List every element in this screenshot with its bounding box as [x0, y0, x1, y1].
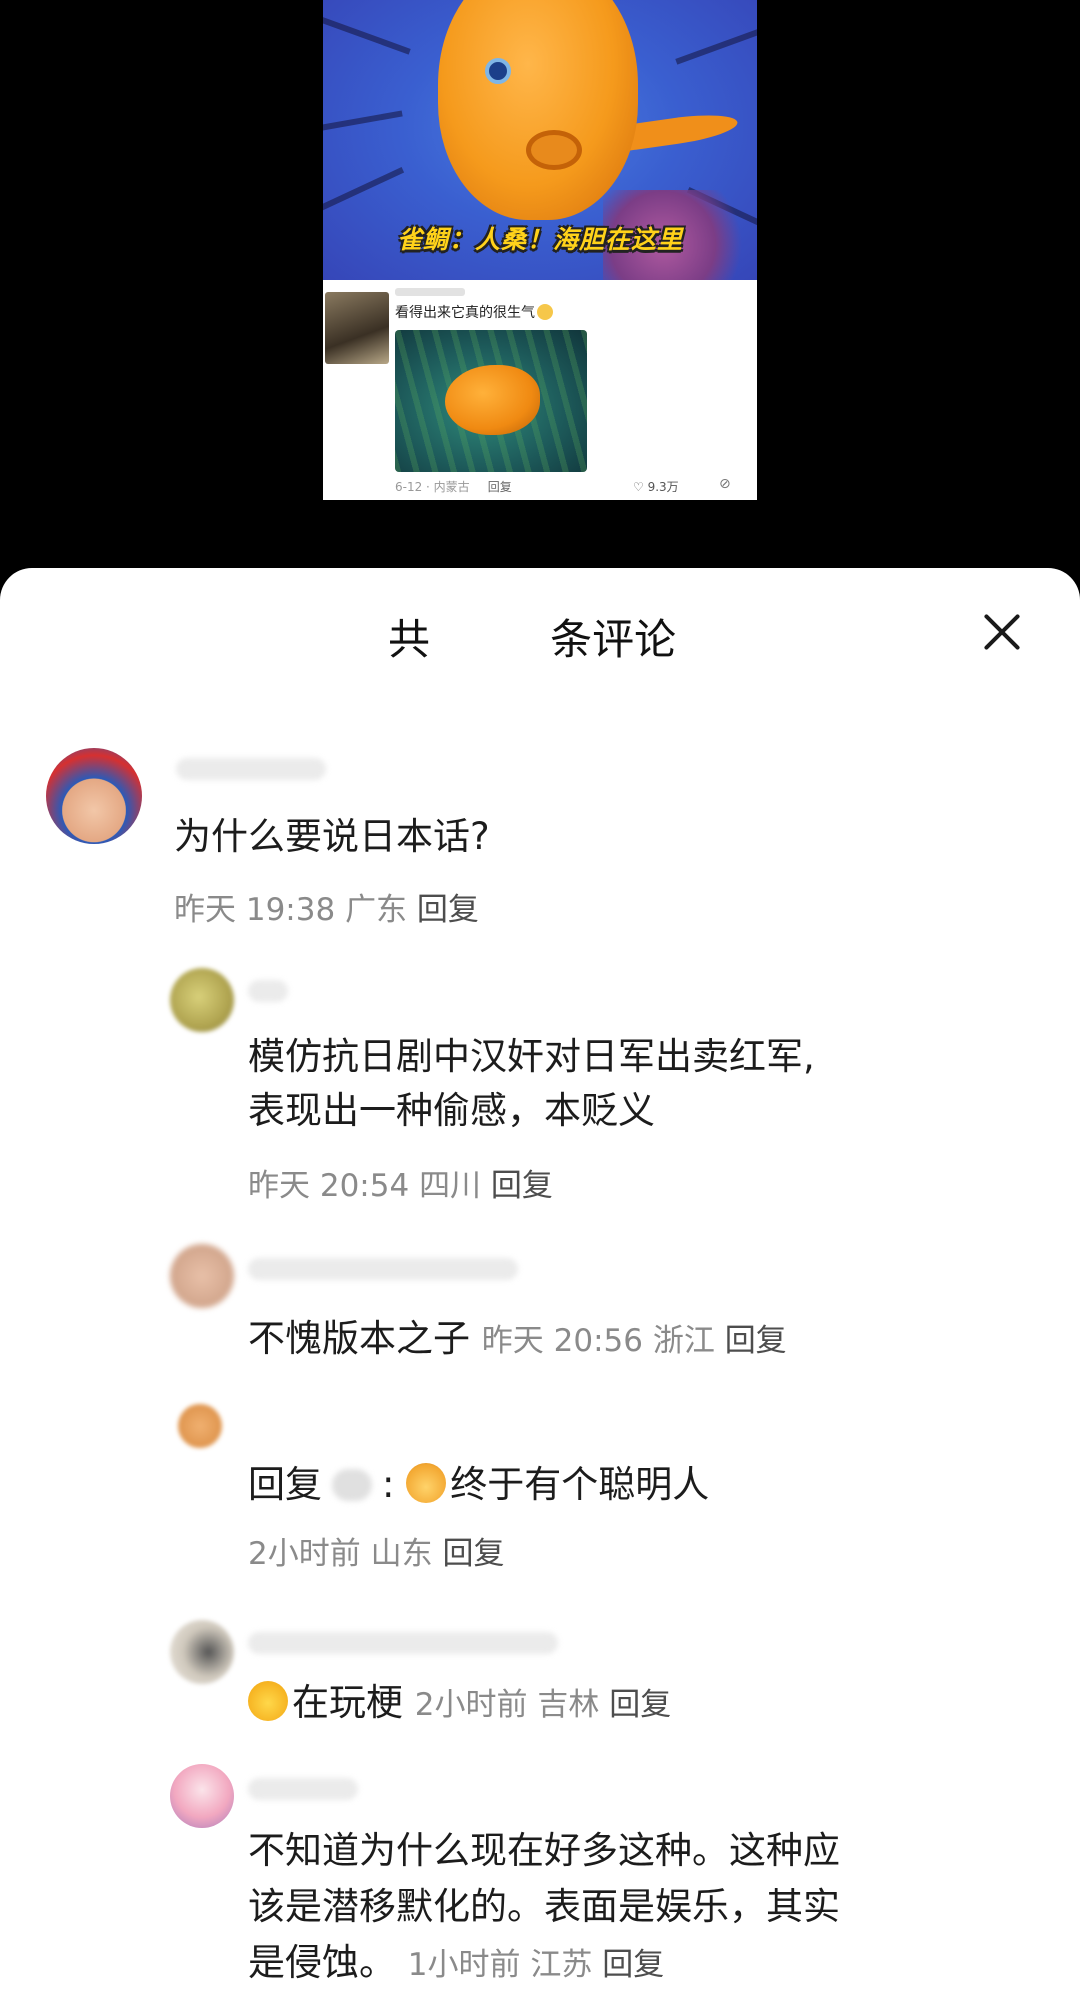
username-blurred[interactable] — [176, 758, 326, 780]
reply-prefix: 回复 — [248, 1463, 322, 1506]
username-blurred[interactable] — [248, 1632, 558, 1654]
comment-meta: 1小时前 江苏 回复 — [408, 1947, 664, 1983]
reply-button[interactable]: 回复 — [609, 1687, 671, 1723]
comment-time: 2小时前 — [248, 1536, 361, 1572]
username-blurred[interactable] — [248, 1778, 358, 1800]
comment-count-title: 共 条评论 — [388, 615, 677, 664]
video-media-area[interactable]: 雀鲷：人桑！海胆在这里 看得出来它真的很生气 6-12 · 内蒙古 回复 ♡ 9.… — [0, 0, 1080, 575]
reply-button[interactable]: 回复 — [725, 1323, 787, 1359]
heart-icon: ♡ — [633, 480, 644, 494]
inner-reply: 回复 — [487, 480, 512, 494]
inner-comment-text: 看得出来它真的很生气 — [395, 305, 535, 321]
comment-location: 山东 — [370, 1536, 433, 1572]
comment-sheet: 共 条评论 为什么要说日本话? 昨天 19:38 广东 回复 模仿抗日剧中汉奸对… — [0, 568, 1080, 2010]
inner-comment: 看得出来它真的很生气 6-12 · 内蒙古 回复 ♡ 9.3万 ⊘ — [323, 280, 757, 500]
comment-text-line: 表现出一种偷感，本贬义 — [248, 1089, 655, 1132]
comment-time: 1小时前 — [407, 1947, 521, 1983]
comment-text-line: 不知道为什么现在好多这种。这种应 — [248, 1829, 840, 1872]
avatar[interactable] — [170, 1764, 234, 1828]
comment-text-line: 模仿抗日剧中汉奸对日军出卖红军, — [248, 1035, 815, 1078]
inner-fish-image — [395, 330, 587, 472]
avatar[interactable] — [170, 1244, 234, 1308]
comment-meta: 2小时前 吉林 回复 — [415, 1687, 671, 1723]
comment-time: 昨天 19:38 — [174, 892, 336, 928]
comment-text: 在玩梗 — [292, 1681, 403, 1724]
reply-button[interactable]: 回复 — [491, 1168, 553, 1204]
reply-button[interactable]: 回复 — [417, 892, 479, 928]
comment-time: 2小时前 — [414, 1687, 528, 1723]
comment-text-line: 该是潜移默化的。表面是娱乐，其实 — [248, 1885, 840, 1928]
comment-text: 为什么要说日本话? — [174, 815, 490, 858]
avatar[interactable] — [170, 1620, 234, 1684]
comment-meta: 昨天 20:56 浙江 回复 — [482, 1323, 787, 1359]
dislike-icon: ⊘ — [719, 476, 731, 492]
reply-button[interactable]: 回复 — [442, 1536, 504, 1572]
laughing-tears-emoji-icon — [248, 1681, 288, 1721]
mention-blurred[interactable] — [332, 1469, 372, 1501]
comment-location: 广东 — [345, 892, 408, 928]
reply-button[interactable]: 回复 — [602, 1947, 664, 1983]
comment-text-line: 是侵蚀。 — [248, 1941, 396, 1984]
smirk-emoji-icon — [537, 304, 553, 320]
embedded-screenshot: 雀鲷：人桑！海胆在这里 看得出来它真的很生气 6-12 · 内蒙古 回复 ♡ 9.… — [323, 0, 757, 500]
inner-username-blurred — [395, 288, 465, 296]
comment-time: 昨天 20:56 — [481, 1323, 643, 1359]
comment-text: 不愧版本之子 — [248, 1317, 470, 1360]
avatar[interactable] — [46, 748, 142, 844]
comment-location: 四川 — [419, 1168, 482, 1204]
mango-emoji-icon — [406, 1463, 447, 1503]
comment-text: 终于有个聪明人 — [450, 1463, 710, 1506]
comment-meta: 昨天 20:54 四川 回复 — [248, 1160, 553, 1205]
inner-date-location: 6-12 · 内蒙古 — [395, 480, 470, 494]
avatar[interactable] — [178, 1404, 222, 1448]
meme-caption: 雀鲷：人桑！海胆在这里 — [396, 225, 683, 254]
inner-avatar — [325, 292, 389, 364]
comment-meta: 2小时前 山东 回复 — [248, 1528, 504, 1573]
comment-time: 昨天 20:54 — [248, 1168, 410, 1204]
comment-location: 吉林 — [537, 1687, 600, 1723]
fish-meme-image: 雀鲷：人桑！海胆在这里 — [323, 0, 757, 280]
comment-location: 江苏 — [530, 1947, 593, 1983]
comment-location: 浙江 — [652, 1323, 715, 1359]
comment-meta: 昨天 19:38 广东 回复 — [174, 884, 479, 929]
avatar[interactable] — [170, 968, 234, 1032]
close-icon[interactable] — [978, 606, 1026, 658]
username-blurred[interactable] — [248, 1258, 518, 1280]
sheet-header: 共 条评论 — [0, 606, 1080, 666]
inner-like-count: 9.3万 — [647, 480, 679, 494]
username-blurred[interactable] — [248, 980, 288, 1002]
